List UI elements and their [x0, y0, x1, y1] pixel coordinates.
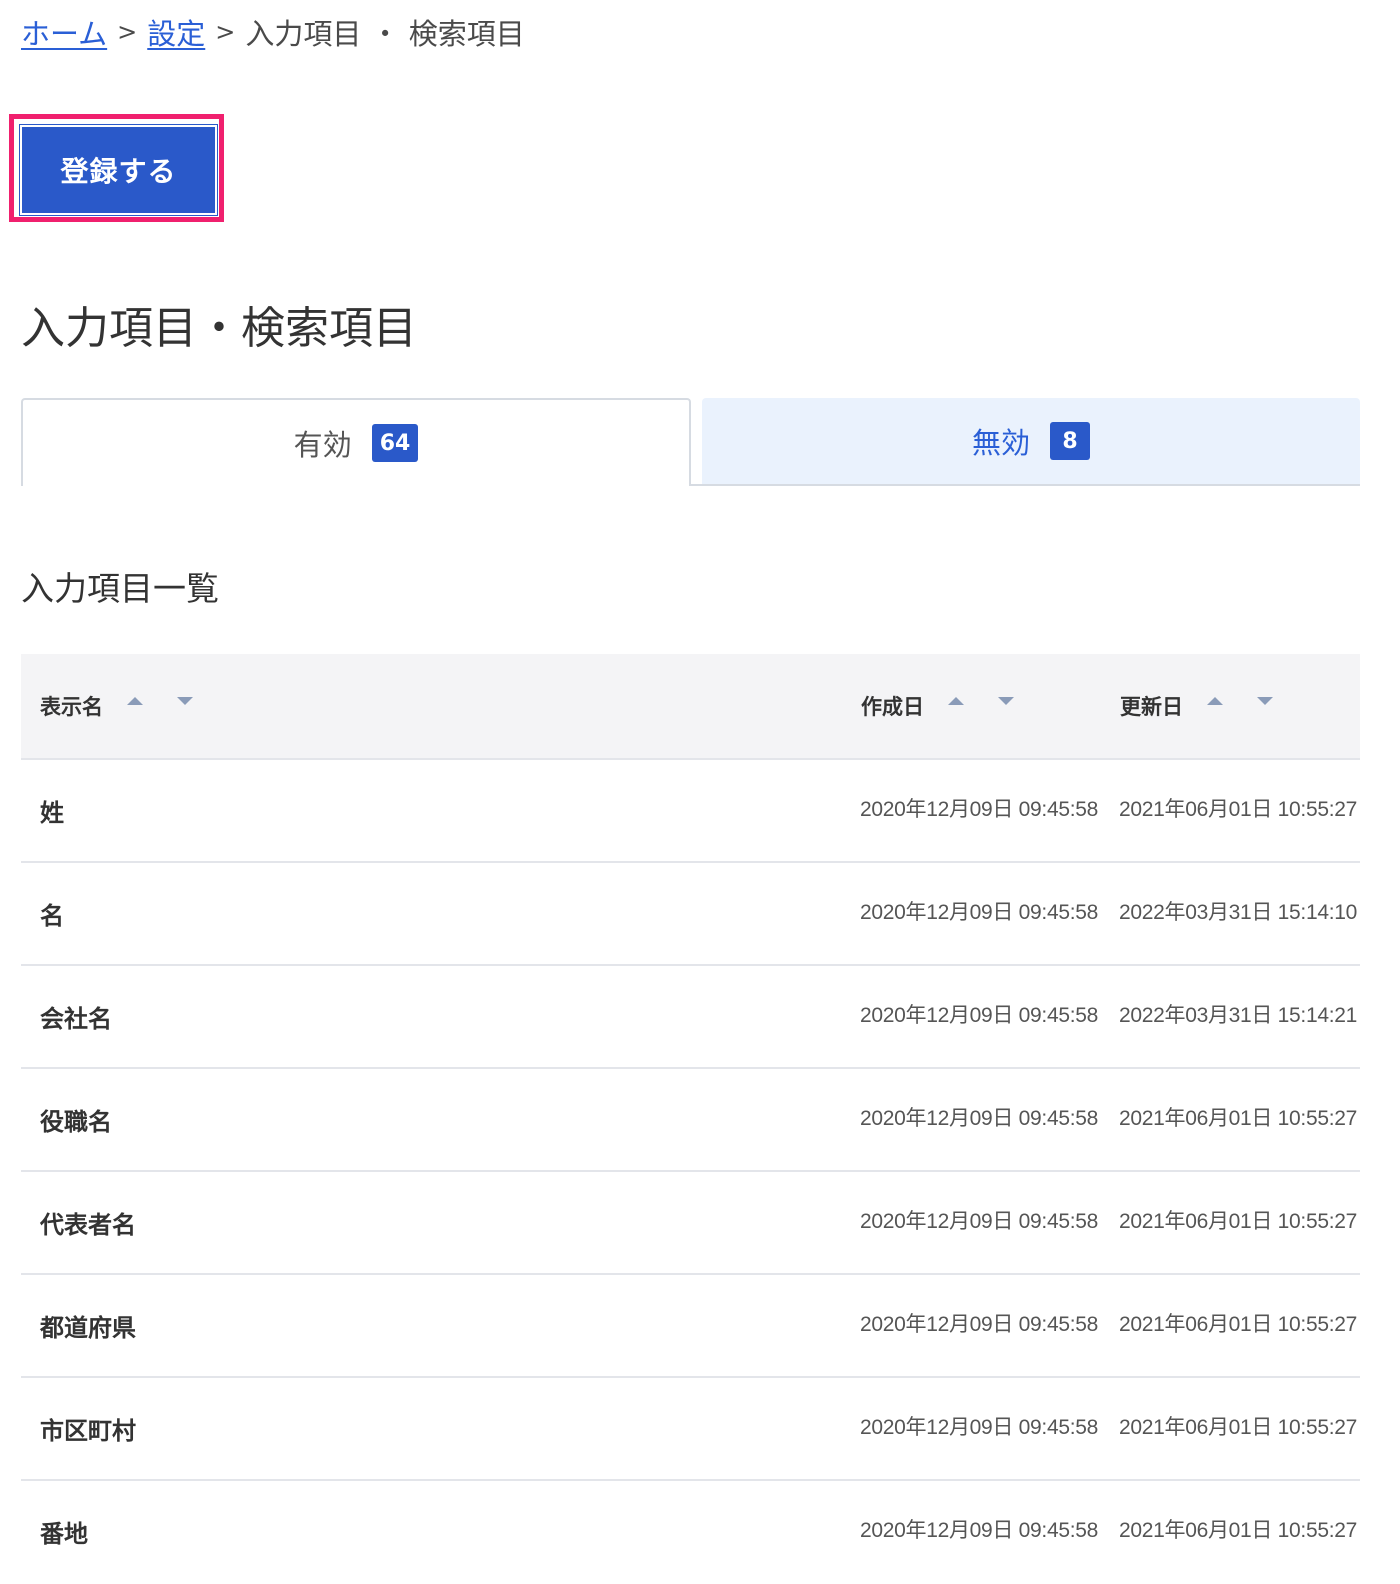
row-updated-date: 2021年06月01日 10:55:27 [1119, 1519, 1358, 1542]
table-row[interactable]: 市区町村 2020年12月09日 09:45:58 2021年06月01日 10… [21, 1378, 1360, 1481]
section-title: 入力項目一覧 [21, 569, 219, 608]
sort-ascending-icon[interactable] [948, 697, 964, 705]
row-name: 市区町村 [40, 1417, 136, 1445]
tab-disabled[interactable]: 無効 8 [702, 398, 1360, 486]
table-row[interactable]: 代表者名 2020年12月09日 09:45:58 2021年06月01日 10… [21, 1172, 1360, 1275]
row-updated-date: 2021年06月01日 10:55:27 [1119, 1416, 1358, 1439]
sort-descending-icon[interactable] [998, 697, 1014, 705]
tab-enabled-count-badge: 64 [371, 424, 419, 462]
table-header: 表示名 作成日 更新日 [21, 654, 1360, 760]
table-row[interactable]: 都道府県 2020年12月09日 09:45:58 2021年06月01日 10… [21, 1275, 1360, 1378]
row-updated-date: 2021年06月01日 10:55:27 [1119, 798, 1358, 821]
row-updated-date: 2021年06月01日 10:55:27 [1119, 1107, 1358, 1130]
column-header-updated: 更新日 [1120, 654, 1273, 758]
sort-descending-icon[interactable] [177, 697, 193, 705]
row-created-date: 2020年12月09日 09:45:58 [860, 798, 1099, 821]
table-row[interactable]: 名 2020年12月09日 09:45:58 2022年03月31日 15:14… [21, 863, 1360, 966]
row-name: 姓 [40, 799, 64, 827]
tab-divider [691, 484, 702, 486]
row-name: 代表者名 [40, 1211, 136, 1239]
table-row[interactable]: 姓 2020年12月09日 09:45:58 2021年06月01日 10:55… [21, 760, 1360, 863]
breadcrumb-separator: > [215, 18, 236, 46]
row-name: 会社名 [40, 1005, 112, 1033]
page-title: 入力項目・検索項目 [21, 303, 417, 354]
register-button[interactable]: 登録する [19, 124, 218, 216]
row-created-date: 2020年12月09日 09:45:58 [860, 1004, 1099, 1027]
row-created-date: 2020年12月09日 09:45:58 [860, 901, 1099, 924]
breadcrumb-separator: > [117, 18, 138, 46]
row-updated-date: 2021年06月01日 10:55:27 [1119, 1313, 1358, 1336]
breadcrumb-home-link[interactable]: ホーム [21, 11, 107, 53]
row-name: 名 [40, 902, 64, 930]
row-created-date: 2020年12月09日 09:45:58 [860, 1210, 1099, 1233]
tab-disabled-count-badge: 8 [1050, 422, 1090, 460]
sort-descending-icon[interactable] [1257, 697, 1273, 705]
tab-enabled-label: 有効 [293, 428, 352, 462]
tab-disabled-label: 無効 [971, 426, 1030, 460]
column-header-updated-label: 更新日 [1120, 695, 1183, 719]
row-created-date: 2020年12月09日 09:45:58 [860, 1416, 1099, 1439]
row-updated-date: 2022年03月31日 15:14:10 [1119, 901, 1358, 924]
row-created-date: 2020年12月09日 09:45:58 [860, 1107, 1099, 1130]
column-header-name-label: 表示名 [40, 695, 103, 719]
column-header-name: 表示名 [40, 654, 193, 758]
column-header-created: 作成日 [861, 654, 1014, 758]
row-name: 都道府県 [40, 1314, 136, 1342]
row-name: 役職名 [40, 1108, 112, 1136]
column-header-created-label: 作成日 [861, 695, 924, 719]
breadcrumb-current: 入力項目 ・ 検索項目 [245, 17, 525, 51]
tab-enabled[interactable]: 有効 64 [21, 398, 691, 486]
row-updated-date: 2022年03月31日 15:14:21 [1119, 1004, 1358, 1027]
row-created-date: 2020年12月09日 09:45:58 [860, 1313, 1099, 1336]
table-row[interactable]: 番地 2020年12月09日 09:45:58 2021年06月01日 10:5… [21, 1481, 1360, 1584]
row-created-date: 2020年12月09日 09:45:58 [860, 1519, 1099, 1542]
row-name: 番地 [40, 1520, 88, 1548]
row-updated-date: 2021年06月01日 10:55:27 [1119, 1210, 1358, 1233]
breadcrumb: ホーム > 設定 > 入力項目 ・ 検索項目 [21, 12, 525, 52]
sort-ascending-icon[interactable] [127, 697, 143, 705]
breadcrumb-settings-link[interactable]: 設定 [147, 11, 205, 53]
table-row[interactable]: 役職名 2020年12月09日 09:45:58 2021年06月01日 10:… [21, 1069, 1360, 1172]
sort-ascending-icon[interactable] [1207, 697, 1223, 705]
table-row[interactable]: 会社名 2020年12月09日 09:45:58 2022年03月31日 15:… [21, 966, 1360, 1069]
